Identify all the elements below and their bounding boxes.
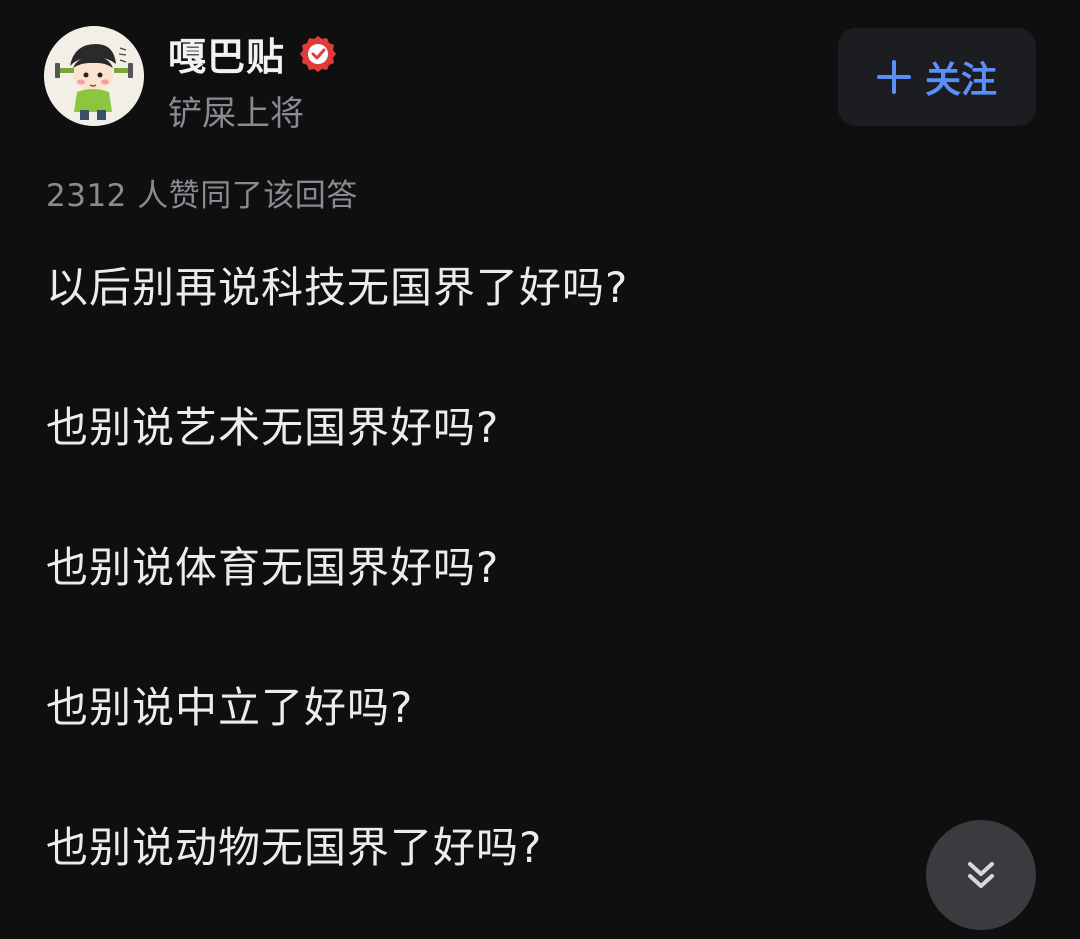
answer-paragraph: 也别说体育无国界好吗? (46, 543, 500, 592)
likes-count-text: 2312 人赞同了该回答 (46, 178, 358, 214)
follow-button[interactable]: 关注 (838, 28, 1036, 126)
answer-content: 以后别再说科技无国界了好吗? 也别说艺术无国界好吗? 也别说体育无国界好吗? 也… (46, 258, 1046, 878)
answer-paragraph: 也别说艺术无国界好吗? (46, 403, 500, 452)
scroll-down-button[interactable] (926, 820, 1036, 930)
answer-paragraph: 也别说动物无国界了好吗? (46, 823, 543, 872)
cartoon-boy-avatar-icon (44, 26, 144, 126)
author-title: 铲屎上将 (168, 94, 304, 134)
answer-paragraph: 也别说中立了好吗? (46, 683, 414, 732)
double-chevron-down-icon (968, 862, 994, 888)
follow-button-label: 关注 (924, 60, 997, 101)
plus-icon (876, 60, 911, 94)
verified-badge-icon (299, 34, 337, 72)
answer-paragraph: 以后别再说科技无国界了好吗? (46, 263, 629, 312)
author-name[interactable]: 嘎巴贴 (168, 26, 285, 81)
author-name-row: 嘎巴贴 (168, 30, 337, 79)
answer-author-header: 嘎巴贴 铲屎上将 关注 (44, 26, 1044, 136)
author-avatar[interactable] (44, 26, 144, 126)
